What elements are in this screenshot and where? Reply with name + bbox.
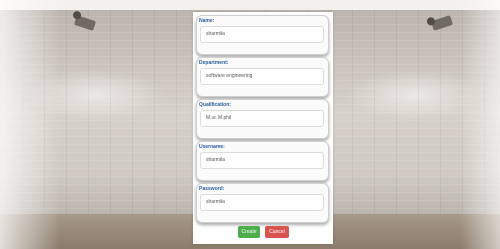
name-group: Name: sharmila (196, 15, 329, 55)
name-input[interactable]: sharmila (200, 26, 324, 43)
password-input[interactable]: sharmila (200, 194, 324, 211)
qualification-input[interactable]: M.sc M.phil (200, 110, 324, 127)
name-label: Name: (199, 18, 215, 24)
top-band (0, 0, 500, 10)
form-panel: Name: sharmila Department: software engi… (193, 12, 333, 244)
cancel-button[interactable]: Cancel (265, 226, 289, 238)
create-button[interactable]: Create (238, 226, 260, 238)
qualification-group: Qualification: M.sc M.phil (196, 99, 329, 139)
qualification-label: Qualification: (199, 102, 231, 108)
password-label: Password: (199, 186, 225, 192)
username-group: Username: sharmila (196, 141, 329, 181)
department-group: Department: software engineering (196, 57, 329, 97)
left-fade-overlay (0, 0, 60, 249)
department-input[interactable]: software engineering (200, 68, 324, 85)
username-label: Username: (199, 144, 225, 150)
department-label: Department: (199, 60, 229, 66)
password-group: Password: sharmila (196, 183, 329, 223)
right-fade-overlay (460, 0, 500, 249)
username-input[interactable]: sharmila (200, 152, 324, 169)
